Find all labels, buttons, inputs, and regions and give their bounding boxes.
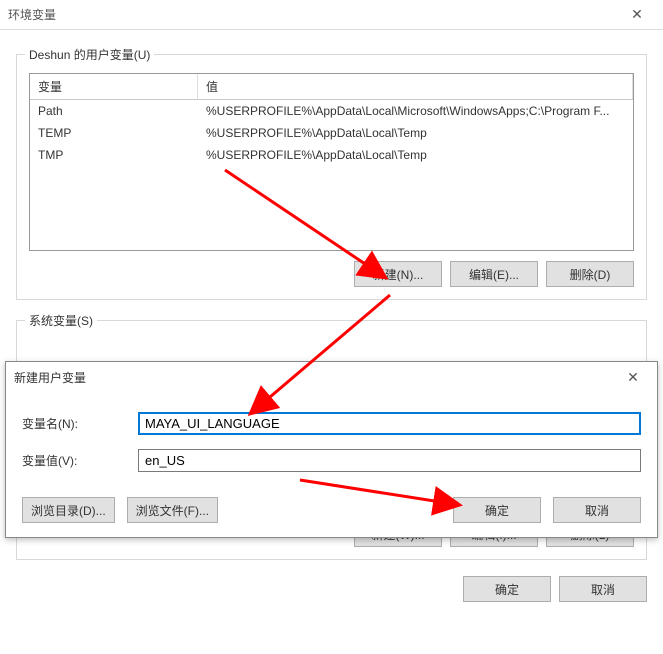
main-dialog-buttons: 确定 取消: [16, 576, 647, 602]
system-vars-group-title: 系统变量(S): [25, 312, 97, 329]
user-vars-group-title: Deshun 的用户变量(U): [25, 46, 154, 63]
new-user-var-button[interactable]: 新建(N)...: [354, 261, 442, 287]
browse-dir-button[interactable]: 浏览目录(D)...: [22, 497, 115, 523]
user-vars-buttons: 新建(N)... 编辑(E)... 删除(D): [29, 261, 634, 287]
dialog-cancel-button[interactable]: 取消: [553, 497, 641, 523]
window-title: 环境变量: [8, 6, 56, 23]
window-titlebar: 环境变量 ✕: [0, 0, 663, 30]
user-vars-header: 变量 值: [30, 74, 633, 100]
col-header-name[interactable]: 变量: [30, 74, 198, 99]
browse-file-button[interactable]: 浏览文件(F)...: [127, 497, 218, 523]
dialog-title: 新建用户变量: [14, 369, 86, 386]
main-cancel-button[interactable]: 取消: [559, 576, 647, 602]
dialog-buttons: 浏览目录(D)... 浏览文件(F)... 确定 取消: [6, 481, 657, 537]
user-vars-list[interactable]: 变量 值 Path %USERPROFILE%\AppData\Local\Mi…: [29, 73, 634, 251]
table-row[interactable]: TMP %USERPROFILE%\AppData\Local\Temp: [30, 144, 633, 166]
edit-user-var-button[interactable]: 编辑(E)...: [450, 261, 538, 287]
dialog-titlebar: 新建用户变量 ✕: [6, 362, 657, 392]
table-row[interactable]: Path %USERPROFILE%\AppData\Local\Microso…: [30, 100, 633, 122]
var-name-label: 变量名(N):: [22, 415, 138, 432]
dialog-close-icon[interactable]: ✕: [613, 363, 653, 391]
var-value-label: 变量值(V):: [22, 452, 138, 469]
dialog-ok-button[interactable]: 确定: [453, 497, 541, 523]
user-vars-group: Deshun 的用户变量(U) 变量 值 Path %USERPROFILE%\…: [16, 54, 647, 300]
var-value-input[interactable]: [138, 449, 641, 472]
delete-user-var-button[interactable]: 删除(D): [546, 261, 634, 287]
close-icon[interactable]: ✕: [617, 1, 657, 29]
new-user-var-dialog: 新建用户变量 ✕ 变量名(N): 变量值(V): 浏览目录(D)... 浏览文件…: [5, 361, 658, 538]
main-ok-button[interactable]: 确定: [463, 576, 551, 602]
col-header-value[interactable]: 值: [198, 74, 633, 99]
var-name-input[interactable]: [138, 412, 641, 435]
table-row[interactable]: TEMP %USERPROFILE%\AppData\Local\Temp: [30, 122, 633, 144]
